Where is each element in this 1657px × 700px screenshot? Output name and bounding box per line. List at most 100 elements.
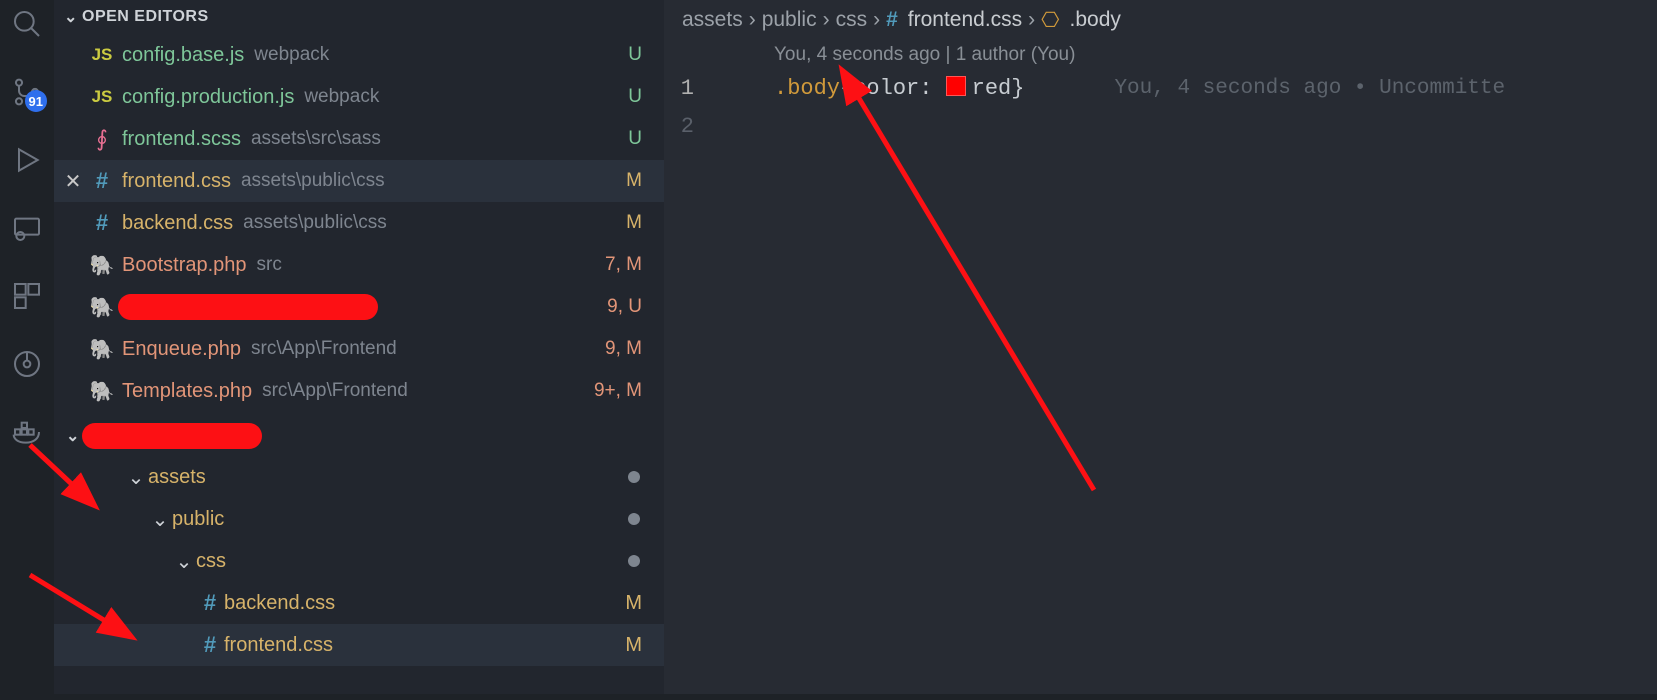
file-path: assets\src\sass — [251, 128, 381, 150]
php-file-icon: 🐘 — [86, 253, 118, 278]
git-status: M — [625, 592, 642, 615]
js-file-icon: JS — [86, 45, 118, 65]
activity-bar: 91 — [0, 0, 54, 694]
open-editor-item[interactable]: ✕ # frontend.css assets\public\css M — [54, 160, 664, 202]
php-file-icon: 🐘 — [86, 337, 118, 362]
breadcrumb-segment[interactable]: frontend.css — [908, 8, 1022, 32]
file-row-backend-css[interactable]: # backend.css M — [54, 582, 664, 624]
line-number: 2 — [664, 108, 714, 146]
git-status: U — [628, 44, 642, 66]
folder-label: css — [196, 550, 226, 573]
source-control-icon[interactable]: 91 — [3, 68, 51, 116]
git-status: 9+, M — [594, 380, 642, 402]
file-name: backend.css — [122, 212, 233, 235]
php-file-icon: 🐘 — [86, 295, 118, 320]
open-editor-item[interactable]: 🐘 9, U — [54, 286, 664, 328]
remote-icon[interactable] — [3, 204, 51, 252]
git-status: M — [626, 212, 642, 234]
folder-row-public[interactable]: ⌄ public — [54, 498, 664, 540]
git-status: 9, M — [605, 338, 642, 360]
chevron-right-icon: › — [1028, 8, 1035, 32]
search-icon[interactable] — [3, 0, 51, 48]
color-swatch[interactable] — [932, 70, 971, 108]
code-token: { — [840, 70, 853, 108]
sass-file-icon: ∮ — [86, 126, 118, 152]
open-editor-item[interactable]: # backend.css assets\public\css M — [54, 202, 664, 244]
css-file-icon: # — [86, 210, 118, 236]
code-line[interactable]: 2 — [664, 108, 1657, 146]
folder-label: assets — [148, 466, 206, 489]
code-editor[interactable]: 1 .body { color : red } You, 4 seconds a… — [664, 70, 1657, 146]
file-path: webpack — [254, 44, 329, 66]
chevron-down-icon: ⌄ — [60, 426, 82, 446]
file-path: assets\public\css — [243, 212, 387, 234]
css-file-icon: # — [196, 590, 224, 616]
file-path: src\App\Frontend — [262, 380, 408, 402]
breadcrumb[interactable]: assets › public › css › # frontend.css ›… — [664, 0, 1657, 40]
code-token: : — [919, 70, 932, 108]
run-debug-icon[interactable] — [3, 136, 51, 184]
breadcrumb-segment[interactable]: assets — [682, 8, 743, 32]
file-name: Templates.php — [122, 380, 252, 403]
open-editor-item[interactable]: 🐘 Enqueue.php src\App\Frontend 9, M — [54, 328, 664, 370]
symbol-icon: ⎔ — [1041, 8, 1059, 33]
breadcrumb-segment[interactable]: css — [836, 8, 868, 32]
gitlens-icon[interactable] — [3, 340, 51, 388]
code-token-value: red — [972, 70, 1012, 108]
chevron-down-icon: ⌄ — [172, 549, 196, 574]
git-status: 7, M — [605, 254, 642, 276]
chevron-down-icon: ⌄ — [60, 7, 82, 27]
redacted — [82, 423, 262, 449]
git-blame-annotation: You, 4 seconds ago • Uncommitte — [1114, 70, 1505, 108]
file-name: config.base.js — [122, 44, 244, 67]
chevron-right-icon: › — [873, 8, 880, 32]
file-name: Bootstrap.php — [122, 254, 247, 277]
git-status: U — [628, 128, 642, 150]
breadcrumb-segment[interactable]: public — [762, 8, 817, 32]
file-name: frontend.css — [122, 170, 231, 193]
line-number: 1 — [664, 70, 714, 108]
explorer-sidebar: ⌄ OPEN EDITORS JS config.base.js webpack… — [54, 0, 664, 694]
code-token: } — [1011, 70, 1024, 108]
extensions-icon[interactable] — [3, 272, 51, 320]
open-editor-item[interactable]: 🐘 Bootstrap.php src 7, M — [54, 244, 664, 286]
dirty-indicator — [628, 471, 640, 483]
scm-badge: 91 — [25, 90, 47, 112]
editor-area: assets › public › css › # frontend.css ›… — [664, 0, 1657, 694]
open-editor-item[interactable]: 🐘 Templates.php src\App\Frontend 9+, M — [54, 370, 664, 412]
dirty-indicator — [628, 513, 640, 525]
open-editors-header[interactable]: ⌄ OPEN EDITORS — [54, 0, 664, 34]
code-token-selector: .body — [774, 70, 840, 108]
file-label: frontend.css — [224, 634, 333, 657]
code-line[interactable]: 1 .body { color : red } You, 4 seconds a… — [664, 70, 1657, 108]
chevron-right-icon: › — [749, 8, 756, 32]
breadcrumb-segment[interactable]: .body — [1070, 8, 1121, 32]
open-editor-item[interactable]: JS config.base.js webpack U — [54, 34, 664, 76]
folder-row-assets[interactable]: ⌄ assets — [54, 456, 664, 498]
code-token-property: color — [853, 70, 919, 108]
git-status: M — [626, 170, 642, 192]
dirty-indicator — [628, 555, 640, 567]
css-file-icon: # — [886, 8, 898, 32]
file-path: src\App\Frontend — [251, 338, 397, 360]
file-path: src — [257, 254, 282, 276]
php-file-icon: 🐘 — [86, 379, 118, 404]
file-row-frontend-css[interactable]: # frontend.css M — [54, 624, 664, 666]
close-icon[interactable]: ✕ — [60, 169, 86, 194]
open-editor-item[interactable]: ∮ frontend.scss assets\src\sass U — [54, 118, 664, 160]
folder-label: public — [172, 508, 224, 531]
open-editor-item[interactable]: JS config.production.js webpack U — [54, 76, 664, 118]
file-name: frontend.scss — [122, 128, 241, 151]
git-status: 9, U — [607, 296, 642, 318]
file-path: webpack — [304, 86, 379, 108]
file-path: assets\public\css — [241, 170, 385, 192]
redacted — [118, 294, 378, 320]
docker-icon[interactable] — [3, 408, 51, 456]
code-lens[interactable]: You, 4 seconds ago | 1 author (You) — [664, 40, 1657, 70]
folder-row-css[interactable]: ⌄ css — [54, 540, 664, 582]
git-status: M — [625, 634, 642, 657]
css-file-icon: # — [86, 168, 118, 194]
open-editors-title: OPEN EDITORS — [82, 8, 209, 26]
workspace-header[interactable]: ⌄ — [54, 416, 664, 456]
js-file-icon: JS — [86, 87, 118, 107]
